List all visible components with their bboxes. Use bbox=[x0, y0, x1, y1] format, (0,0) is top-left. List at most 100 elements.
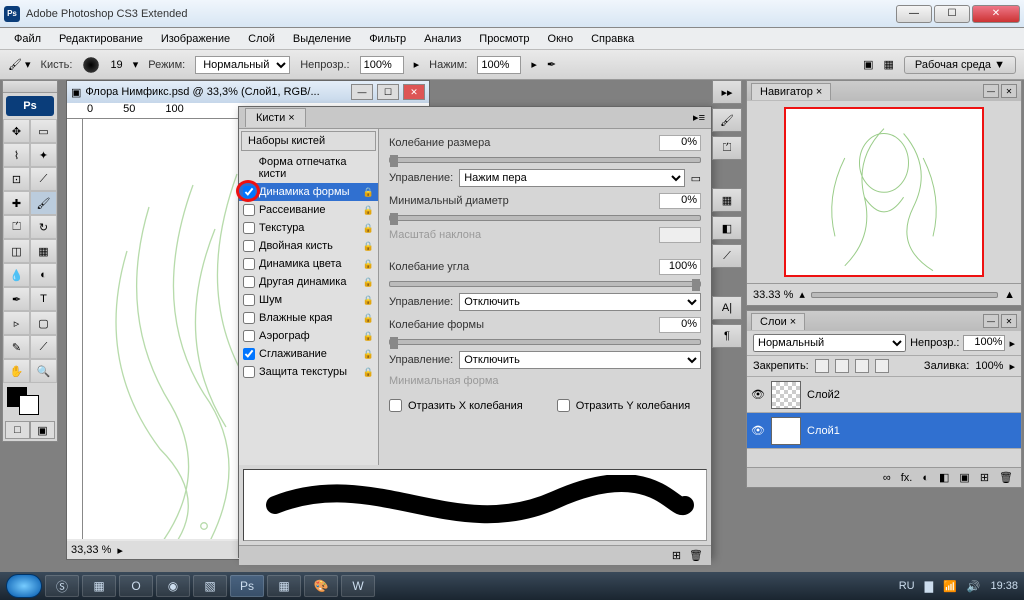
layer-fx-icon[interactable]: fx. bbox=[901, 472, 913, 484]
control-select-1[interactable]: Нажим пера bbox=[459, 169, 684, 187]
group-icon[interactable]: ▣ bbox=[959, 471, 969, 484]
navigator-tab[interactable]: Навигатор × bbox=[751, 83, 831, 100]
size-jitter-value[interactable]: 0% bbox=[659, 135, 701, 151]
taskbar-paint[interactable]: 🎨 bbox=[304, 575, 338, 597]
tool-eraser[interactable]: ◫ bbox=[3, 239, 30, 263]
menu-help[interactable]: Справка bbox=[583, 31, 642, 47]
brush-option-0[interactable]: Форма отпечатка кисти bbox=[239, 153, 378, 183]
menu-analysis[interactable]: Анализ bbox=[416, 31, 469, 47]
link-layers-icon[interactable]: ∞ bbox=[883, 472, 891, 484]
layer-thumbnail[interactable] bbox=[771, 417, 801, 445]
tool-palette-grip[interactable] bbox=[3, 81, 57, 93]
lock-all-icon[interactable] bbox=[875, 359, 889, 373]
brush-option-checkbox[interactable] bbox=[243, 186, 255, 198]
brush-option-10[interactable]: Сглаживание🔒 bbox=[239, 345, 378, 363]
tool-notes[interactable]: ✎ bbox=[3, 335, 30, 359]
brush-option-2[interactable]: Рассеивание🔒 bbox=[239, 201, 378, 219]
menu-view[interactable]: Просмотр bbox=[471, 31, 537, 47]
min-diam-value[interactable]: 0% bbox=[659, 193, 701, 209]
panel-minimize-icon[interactable]: — bbox=[983, 84, 999, 98]
background-color[interactable] bbox=[19, 395, 39, 415]
control-select-3[interactable]: Отключить bbox=[459, 351, 701, 369]
tool-wand[interactable]: ✦ bbox=[30, 143, 57, 167]
brush-option-11[interactable]: Защита текстуры🔒 bbox=[239, 363, 378, 381]
zoom-in-icon[interactable]: ▲ bbox=[1004, 289, 1015, 301]
layers-minimize-icon[interactable]: — bbox=[983, 314, 999, 328]
lock-pixels-icon[interactable] bbox=[835, 359, 849, 373]
start-button[interactable] bbox=[6, 574, 42, 598]
tool-brush[interactable]: 🖌 bbox=[30, 191, 57, 215]
maximize-button[interactable]: ☐ bbox=[934, 5, 970, 23]
adjustment-layer-icon[interactable]: ◧ bbox=[939, 471, 949, 484]
tool-shape[interactable]: ▢ bbox=[30, 311, 57, 335]
menu-image[interactable]: Изображение bbox=[153, 31, 238, 47]
fill-input[interactable]: 100% bbox=[975, 360, 1003, 372]
navigator-zoom[interactable]: 33.33 % bbox=[753, 289, 793, 301]
brush-option-4[interactable]: Двойная кисть🔒 bbox=[239, 237, 378, 255]
lock-position-icon[interactable] bbox=[855, 359, 869, 373]
tool-zoom[interactable]: 🔍 bbox=[30, 359, 57, 383]
dock-char-icon[interactable]: A| bbox=[712, 296, 742, 320]
doc-minimize-button[interactable]: — bbox=[351, 84, 373, 100]
tool-eyedropper[interactable]: ⟋ bbox=[30, 335, 57, 359]
angle-jitter-value[interactable]: 100% bbox=[659, 259, 701, 275]
layer-row-1[interactable]: 👁 Слой1 bbox=[747, 413, 1021, 449]
delete-brush-icon[interactable]: 🗑 bbox=[689, 549, 703, 562]
taskbar-word[interactable]: W bbox=[341, 575, 375, 597]
taskbar-explorer[interactable]: ▦ bbox=[82, 575, 116, 597]
brush-option-1[interactable]: Динамика формы🔒 bbox=[239, 183, 378, 201]
close-button[interactable]: ✕ bbox=[972, 5, 1020, 23]
doc-maximize-button[interactable]: ☐ bbox=[377, 84, 399, 100]
brush-option-checkbox[interactable] bbox=[243, 348, 255, 360]
menu-file[interactable]: Файл bbox=[6, 31, 49, 47]
layers-tab[interactable]: Слои × bbox=[751, 313, 805, 330]
min-diam-slider[interactable] bbox=[389, 215, 701, 221]
new-brush-icon[interactable]: ⊞ bbox=[672, 549, 681, 562]
blend-mode-select-layers[interactable]: Нормальный bbox=[753, 334, 906, 352]
blend-mode-select[interactable]: Нормальный bbox=[195, 56, 290, 74]
brush-presets-button[interactable]: Наборы кистей bbox=[241, 131, 376, 151]
panel-menu-icon[interactable]: ▸≡ bbox=[693, 111, 705, 124]
document-titlebar[interactable]: ▣ Флора Нимфикс.psd @ 33,3% (Слой1, RGB/… bbox=[67, 81, 429, 103]
tool-path[interactable]: ▹ bbox=[3, 311, 30, 335]
tray-lang[interactable]: RU bbox=[899, 580, 915, 592]
brush-tool-icon[interactable]: 🖌 ▾ bbox=[8, 58, 31, 71]
brush-option-checkbox[interactable] bbox=[243, 222, 255, 234]
brush-option-checkbox[interactable] bbox=[243, 366, 255, 378]
tool-gradient[interactable]: ▦ bbox=[30, 239, 57, 263]
brush-option-3[interactable]: Текстура🔒 bbox=[239, 219, 378, 237]
brush-option-5[interactable]: Динамика цвета🔒 bbox=[239, 255, 378, 273]
tray-network-icon[interactable]: 📶 bbox=[943, 580, 957, 593]
tray-volume-icon[interactable]: 🔊 bbox=[967, 580, 981, 593]
size-jitter-slider[interactable] bbox=[389, 157, 701, 163]
menu-layer[interactable]: Слой bbox=[240, 31, 283, 47]
tool-hand[interactable]: ✋ bbox=[3, 359, 30, 383]
flip-y-checkbox[interactable] bbox=[557, 399, 570, 412]
round-jitter-slider[interactable] bbox=[389, 339, 701, 345]
brush-option-6[interactable]: Другая динамика🔒 bbox=[239, 273, 378, 291]
layer-name[interactable]: Слой2 bbox=[807, 389, 840, 401]
opacity-input[interactable] bbox=[360, 56, 404, 74]
layer-mask-icon[interactable]: ◐ bbox=[922, 472, 929, 484]
layer-name[interactable]: Слой1 bbox=[807, 425, 840, 437]
visibility-icon[interactable]: 👁 bbox=[751, 388, 765, 402]
dock-layers-icon[interactable]: ▦ bbox=[712, 188, 742, 212]
dock-para-icon[interactable]: ¶ bbox=[712, 324, 742, 348]
tool-type[interactable]: T bbox=[30, 287, 57, 311]
lock-transparency-icon[interactable] bbox=[815, 359, 829, 373]
brushes-tab[interactable]: Кисти × bbox=[245, 108, 306, 127]
visibility-icon[interactable]: 👁 bbox=[751, 424, 765, 438]
delete-layer-icon[interactable]: 🗑 bbox=[999, 471, 1013, 484]
control-select-2[interactable]: Отключить bbox=[459, 293, 701, 311]
taskbar-sai[interactable]: ▧ bbox=[193, 575, 227, 597]
new-layer-icon[interactable]: ⊞ bbox=[980, 471, 989, 484]
tool-stamp[interactable]: ⏍ bbox=[3, 215, 30, 239]
tool-crop[interactable]: ⊡ bbox=[3, 167, 30, 191]
brush-option-checkbox[interactable] bbox=[243, 258, 255, 270]
control-link-icon[interactable]: ▭ bbox=[691, 172, 701, 185]
menu-edit[interactable]: Редактирование bbox=[51, 31, 151, 47]
color-swatches[interactable] bbox=[3, 383, 57, 419]
opacity-input-layers[interactable]: 100% bbox=[963, 335, 1005, 351]
taskbar-opera[interactable]: O bbox=[119, 575, 153, 597]
layer-thumbnail[interactable] bbox=[771, 381, 801, 409]
